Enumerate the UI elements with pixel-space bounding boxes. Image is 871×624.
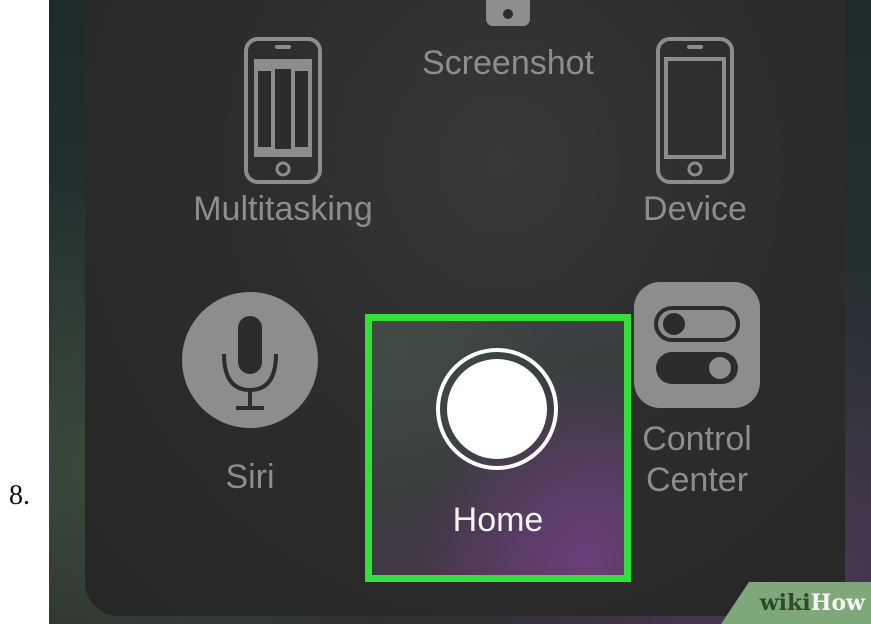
menu-label-siri: Siri	[225, 458, 275, 496]
multitasking-icon	[244, 37, 322, 184]
menu-label-control-center-line2: Center	[645, 461, 749, 499]
home-circle-fill	[447, 359, 547, 459]
home-circle-icon	[436, 348, 558, 470]
menu-item-siri[interactable]: Siri	[175, 290, 325, 497]
menu-item-device[interactable]: Device	[615, 37, 775, 229]
screenshot-icon	[478, 0, 538, 28]
menu-item-multitasking[interactable]: Multitasking	[173, 37, 393, 229]
menu-item-control-center[interactable]: Control Center	[627, 282, 767, 500]
page: 8. Screenshot Multitasking Device Siri C…	[0, 0, 871, 624]
device-icon	[656, 37, 734, 184]
watermark-how: How	[810, 590, 865, 616]
menu-label-device: Device	[643, 190, 747, 228]
step-number: 8.	[9, 480, 30, 511]
menu-label-control-center-line1: Control	[642, 420, 752, 458]
watermark-wiki: wiki	[759, 590, 811, 616]
toggle-switches-icon	[634, 282, 760, 408]
menu-item-home[interactable]: Home	[365, 314, 631, 582]
screenshot-photo: Screenshot Multitasking Device Siri Cont…	[49, 0, 871, 624]
menu-item-screenshot[interactable]: Screenshot	[408, 0, 608, 83]
menu-label-multitasking: Multitasking	[193, 190, 373, 228]
menu-label-home: Home	[452, 501, 544, 539]
microphone-icon	[180, 290, 320, 430]
assistive-touch-menu: Screenshot Multitasking Device Siri Cont…	[85, 0, 845, 616]
